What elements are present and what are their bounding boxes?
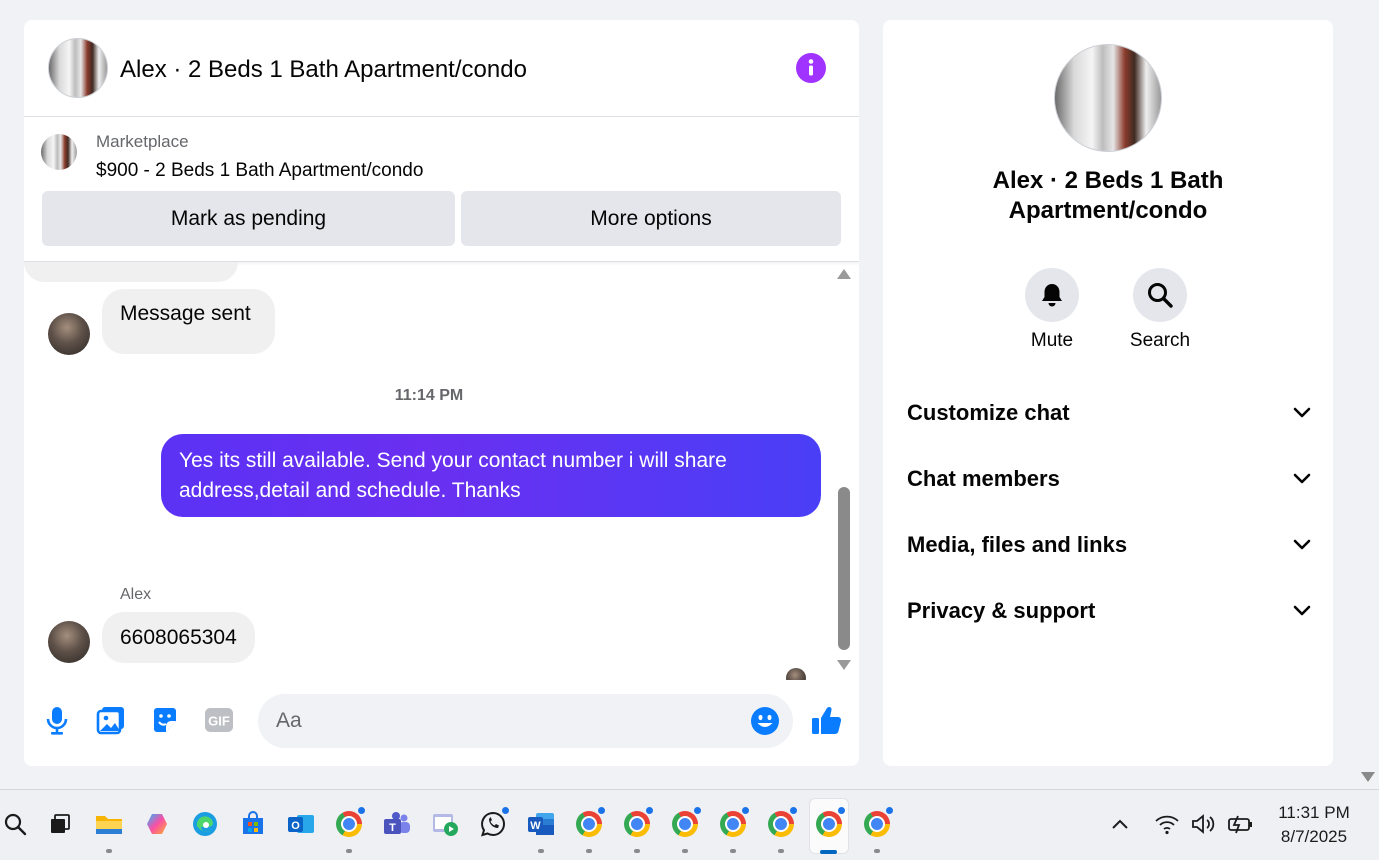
svg-text:W: W [530, 820, 541, 832]
search-icon [1133, 268, 1187, 322]
notification-badge [646, 807, 653, 814]
scroll-up-arrow-icon[interactable] [837, 269, 851, 279]
active-indicator [820, 850, 837, 854]
notification-badge [742, 807, 749, 814]
section-label: Media, files and links [907, 532, 1128, 557]
gif-icon[interactable]: GIF [203, 704, 235, 736]
battery-icon[interactable] [1225, 809, 1255, 839]
section-label: Chat members [907, 466, 1060, 491]
chevron-down-icon [1293, 539, 1311, 550]
running-indicator [682, 849, 688, 853]
task-view-icon[interactable] [45, 809, 75, 839]
chevron-down-icon [1293, 605, 1311, 616]
notification-badge [694, 807, 701, 814]
incoming-message-bubble[interactable]: Message sent [102, 289, 275, 354]
profile-title: Alex · 2 Beds 1 Bath Apartment/condo [992, 167, 1224, 224]
more-options-button[interactable]: More options [461, 191, 841, 246]
taskbar: O T W 11:31 PM 8/7/2025 [0, 789, 1379, 860]
word-icon[interactable]: W [526, 809, 556, 839]
photo-icon[interactable] [95, 704, 127, 736]
microphone-icon[interactable] [41, 704, 73, 736]
wifi-icon[interactable] [1152, 809, 1182, 839]
info-icon[interactable] [796, 53, 826, 83]
message-input[interactable] [276, 694, 736, 748]
message-timestamp: 11:14 PM [394, 387, 464, 404]
search-label: Search [1129, 330, 1191, 351]
incoming-message-bubble[interactable]: 6608065304 [102, 612, 255, 663]
clock-date[interactable]: 8/7/2025 [1262, 827, 1366, 847]
scroll-down-arrow-icon[interactable] [1361, 772, 1375, 782]
notification-badge [598, 807, 605, 814]
chevron-down-icon [1293, 407, 1311, 418]
search-in-conversation-button[interactable]: Search [1120, 268, 1200, 352]
running-indicator [874, 849, 880, 853]
profile-avatar[interactable] [1054, 44, 1162, 152]
svg-text:GIF: GIF [208, 714, 230, 729]
chat-panel: Alex · 2 Beds 1 Bath Apartment/condo Mar… [24, 20, 859, 766]
message-input-wrapper [258, 694, 793, 748]
running-indicator [106, 849, 112, 853]
seen-indicator-avatar [786, 668, 806, 680]
section-label: Customize chat [907, 400, 1070, 425]
mute-button[interactable]: Mute [1012, 268, 1092, 352]
sender-name: Alex [120, 586, 152, 603]
listing-thumbnail[interactable] [41, 134, 77, 170]
sender-avatar[interactable] [48, 313, 90, 355]
running-indicator [346, 849, 352, 853]
search-icon[interactable] [0, 809, 30, 839]
sender-avatar[interactable] [48, 621, 90, 663]
message-composer: GIF [24, 690, 859, 750]
chat-header: Alex · 2 Beds 1 Bath Apartment/condo [24, 20, 859, 117]
running-indicator [634, 849, 640, 853]
conversation-avatar[interactable] [48, 38, 108, 98]
edge-browser-icon[interactable] [190, 809, 220, 839]
message-list: Message sent 11:14 PM Yes its still avai… [24, 262, 859, 680]
running-indicator [586, 849, 592, 853]
chevron-down-icon [1293, 473, 1311, 484]
scroll-down-arrow-icon[interactable] [837, 660, 851, 670]
media-files-links-section[interactable]: Media, files and links [907, 523, 1311, 567]
file-explorer-icon[interactable] [94, 809, 124, 839]
previous-message-bubble [24, 262, 238, 282]
running-indicator [778, 849, 784, 853]
notification-badge [838, 807, 845, 814]
svg-text:O: O [291, 820, 300, 832]
notification-badge [502, 807, 509, 814]
svg-text:T: T [389, 822, 396, 834]
running-indicator [730, 849, 736, 853]
microsoft-store-icon[interactable] [238, 809, 268, 839]
notification-badge [886, 807, 893, 814]
thumbs-up-icon[interactable] [810, 704, 842, 736]
conversation-info-panel: Alex · 2 Beds 1 Bath Apartment/condo Mut… [883, 20, 1333, 766]
teams-icon[interactable]: T [382, 809, 412, 839]
copilot-icon[interactable] [142, 809, 172, 839]
chevron-up-icon[interactable] [1105, 809, 1135, 839]
sticker-icon[interactable] [149, 704, 181, 736]
marketplace-label: Marketplace [96, 132, 189, 151]
running-indicator [538, 849, 544, 853]
customize-chat-section[interactable]: Customize chat [907, 391, 1311, 435]
conversation-title[interactable]: Alex · 2 Beds 1 Bath Apartment/condo [120, 56, 527, 84]
outgoing-message-bubble[interactable]: Yes its still available. Send your conta… [161, 434, 821, 517]
outlook-icon[interactable]: O [286, 809, 316, 839]
clock-time[interactable]: 11:31 PM [1262, 803, 1366, 823]
volume-icon[interactable] [1188, 809, 1218, 839]
notification-badge [358, 807, 365, 814]
mute-label: Mute [1030, 330, 1074, 351]
emoji-icon[interactable] [750, 706, 780, 736]
chat-members-section[interactable]: Chat members [907, 457, 1311, 501]
bell-icon [1025, 268, 1079, 322]
privacy-support-section[interactable]: Privacy & support [907, 589, 1311, 633]
message-list-scrollbar[interactable] [836, 265, 852, 675]
notification-badge [790, 807, 797, 814]
marketplace-listing-bar: Marketplace $900 - 2 Beds 1 Bath Apartme… [24, 117, 859, 262]
mark-as-pending-button[interactable]: Mark as pending [42, 191, 455, 246]
page-scrollbar[interactable] [1357, 0, 1379, 789]
listing-title[interactable]: $900 - 2 Beds 1 Bath Apartment/condo [96, 160, 423, 182]
scrollbar-thumb[interactable] [838, 487, 850, 650]
section-label: Privacy & support [907, 598, 1096, 623]
media-player-icon[interactable] [430, 809, 460, 839]
